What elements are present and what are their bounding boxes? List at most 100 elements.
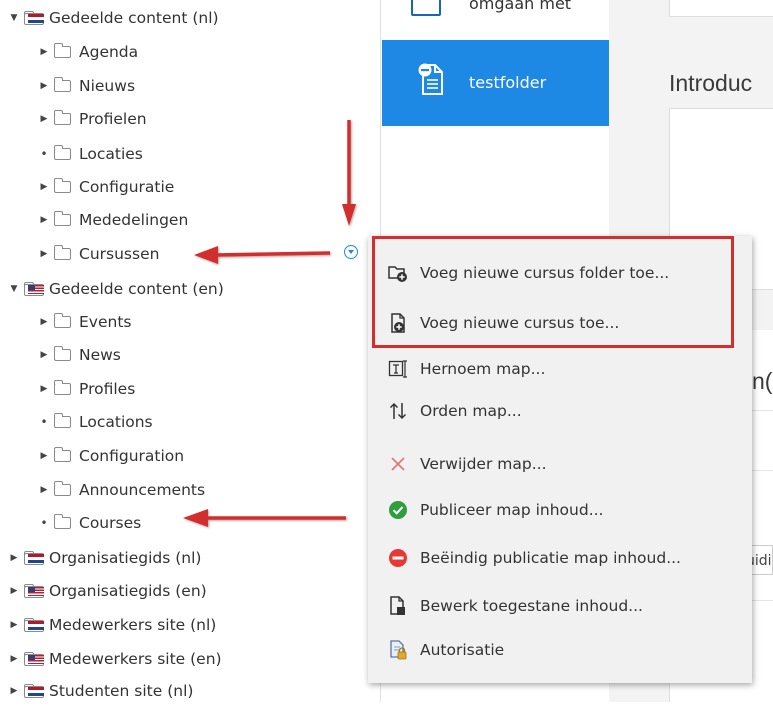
flag-en-folder-icon bbox=[24, 651, 46, 667]
tree-node-locations[interactable]: • Locations bbox=[38, 407, 153, 437]
document-add-icon bbox=[391, 313, 405, 333]
collapsed-caret-icon[interactable]: ▶ bbox=[38, 249, 50, 259]
intro-heading: Introduc bbox=[669, 70, 753, 96]
tree-node-label: Profielen bbox=[79, 110, 147, 128]
sort-icon bbox=[389, 402, 407, 420]
collapsed-caret-icon[interactable]: ▶ bbox=[8, 620, 20, 630]
flag-en-folder-icon bbox=[24, 583, 46, 599]
tree-node-gedeelde-content-en[interactable]: ▼ Gedeelde content (en) bbox=[8, 274, 224, 304]
tree-node-label: Locations bbox=[79, 413, 153, 431]
edit-allowed-content-icon bbox=[390, 596, 405, 615]
tree-node-cursussen[interactable]: ▶ Cursussen bbox=[38, 239, 159, 269]
tree-node-agenda[interactable]: ▶ Agenda bbox=[38, 37, 138, 67]
collapsed-caret-icon[interactable]: ▶ bbox=[38, 317, 50, 327]
unpublish-icon bbox=[389, 549, 407, 567]
tree-node-label: Cursussen bbox=[79, 245, 160, 263]
menu-item-label: Publiceer map inhoud... bbox=[420, 501, 604, 519]
collapsed-caret-icon[interactable]: ▶ bbox=[38, 451, 50, 461]
menu-item-label: Beëindig publicatie map inhoud... bbox=[420, 549, 681, 567]
publish-icon bbox=[389, 501, 407, 519]
expanded-caret-icon[interactable]: ▼ bbox=[8, 13, 20, 23]
list-item-label: testfolder bbox=[469, 73, 547, 92]
collapsed-caret-icon[interactable]: ▶ bbox=[38, 81, 50, 91]
list-item-selected[interactable]: testfolder bbox=[382, 40, 610, 126]
section-heading: n(s bbox=[752, 368, 773, 394]
folder-icon bbox=[54, 110, 71, 125]
menu-item-unpublish-folder-content[interactable]: Beëindig publicatie map inhoud... bbox=[368, 538, 752, 578]
tree-node-label: Studenten site (nl) bbox=[49, 682, 194, 700]
tree-node-label: Announcements bbox=[79, 481, 206, 499]
folder-icon bbox=[54, 481, 71, 496]
delete-icon bbox=[391, 457, 405, 471]
collapsed-caret-icon[interactable]: ▶ bbox=[38, 350, 50, 360]
folder-icon bbox=[54, 346, 71, 361]
menu-item-authorization[interactable]: Autorisatie bbox=[368, 630, 752, 670]
collapsed-caret-icon[interactable]: ▶ bbox=[8, 686, 20, 696]
tree-node-gedeelde-content-nl[interactable]: ▼ Gedeelde content (nl) bbox=[8, 3, 219, 33]
list-item[interactable]: omgaan met bbox=[381, 0, 610, 40]
tree-node-label: Gedeelde content (en) bbox=[49, 280, 224, 298]
folder-icon bbox=[54, 313, 71, 328]
folder-icon bbox=[54, 245, 71, 260]
menu-item-rename-folder[interactable]: Hernoem map... bbox=[368, 349, 752, 389]
menu-item-label: Hernoem map... bbox=[420, 360, 546, 378]
tree-node-courses[interactable]: • Courses bbox=[38, 508, 141, 538]
tree-node-configuration[interactable]: ▶ Configuration bbox=[38, 441, 184, 471]
collapsed-caret-icon[interactable]: ▶ bbox=[38, 114, 50, 124]
tree-node-medewerkers-site-nl[interactable]: ▶ Medewerkers site (nl) bbox=[8, 610, 217, 640]
content-tree: ▼ Gedeelde content (nl) ▶ Agenda ▶ Nieuw… bbox=[0, 0, 380, 702]
collapsed-caret-icon[interactable]: ▶ bbox=[38, 215, 50, 225]
collapsed-caret-icon[interactable]: ▶ bbox=[38, 384, 50, 394]
tree-node-mededelingen[interactable]: ▶ Mededelingen bbox=[38, 205, 188, 235]
collapsed-caret-icon[interactable]: ▶ bbox=[8, 586, 20, 596]
menu-item-publish-folder-content[interactable]: Publiceer map inhoud... bbox=[368, 490, 752, 530]
tree-node-announcements[interactable]: ▶ Announcements bbox=[38, 475, 205, 505]
tree-node-news[interactable]: ▶ News bbox=[38, 340, 121, 370]
flag-nl-folder-icon bbox=[24, 10, 46, 26]
tree-node-label: Agenda bbox=[79, 43, 139, 61]
tree-node-label: News bbox=[79, 346, 121, 364]
tree-node-medewerkers-site-en[interactable]: ▶ Medewerkers site (en) bbox=[8, 644, 222, 674]
folder-icon bbox=[54, 380, 71, 395]
collapsed-caret-icon[interactable]: ▶ bbox=[8, 553, 20, 563]
flag-en-folder-icon bbox=[24, 281, 46, 297]
tree-node-profiles[interactable]: ▶ Profiles bbox=[38, 374, 135, 404]
tree-node-organisatiegids-nl[interactable]: ▶ Organisatiegids (nl) bbox=[8, 543, 202, 573]
title-input[interactable] bbox=[669, 0, 773, 17]
menu-item-add-course-folder[interactable]: Voeg nieuwe cursus folder toe... bbox=[368, 253, 752, 293]
menu-item-add-course[interactable]: Voeg nieuwe cursus toe... bbox=[368, 303, 752, 343]
collapsed-caret-icon[interactable]: ▶ bbox=[38, 485, 50, 495]
collapsed-caret-icon[interactable]: ▶ bbox=[38, 182, 50, 192]
tree-node-events[interactable]: ▶ Events bbox=[38, 307, 131, 337]
tree-node-label: Organisatiegids (nl) bbox=[49, 549, 202, 567]
menu-item-delete-folder[interactable]: Verwijder map... bbox=[368, 444, 752, 484]
leaf-bullet-icon: • bbox=[40, 516, 48, 530]
context-menu-toggle-icon[interactable] bbox=[344, 245, 358, 259]
tree-node-nieuws[interactable]: ▶ Nieuws bbox=[38, 71, 135, 101]
tree-node-label: Mededelingen bbox=[79, 211, 189, 229]
menu-item-label: Autorisatie bbox=[420, 641, 505, 659]
expanded-caret-icon[interactable]: ▼ bbox=[8, 284, 20, 294]
tree-node-label: Medewerkers site (nl) bbox=[49, 616, 217, 634]
tree-node-label: Profiles bbox=[79, 380, 136, 398]
collapsed-caret-icon[interactable]: ▶ bbox=[8, 654, 20, 664]
tree-node-configuratie[interactable]: ▶ Configuratie bbox=[38, 172, 174, 202]
tree-node-organisatiegids-en[interactable]: ▶ Organisatiegids (en) bbox=[8, 576, 207, 606]
menu-item-label: Orden map... bbox=[420, 402, 522, 420]
folder-icon bbox=[54, 447, 71, 462]
menu-item-edit-allowed-content[interactable]: Bewerk toegestane inhoud... bbox=[368, 586, 752, 626]
rename-icon bbox=[388, 360, 407, 378]
menu-item-sort-folder[interactable]: Orden map... bbox=[368, 391, 752, 431]
leaf-bullet-icon: • bbox=[40, 147, 48, 161]
menu-item-label: Voeg nieuwe cursus folder toe... bbox=[420, 264, 670, 282]
tree-node-label: Nieuws bbox=[79, 77, 136, 95]
tree-node-label: Locaties bbox=[79, 145, 143, 163]
folder-icon bbox=[54, 43, 71, 58]
tree-node-profielen[interactable]: ▶ Profielen bbox=[38, 104, 147, 134]
tree-node-label: Events bbox=[79, 313, 132, 331]
collapsed-caret-icon[interactable]: ▶ bbox=[38, 47, 50, 57]
tree-node-locaties[interactable]: • Locaties bbox=[38, 139, 143, 169]
document-icon bbox=[411, 0, 441, 16]
leaf-bullet-icon: • bbox=[40, 415, 48, 429]
tree-node-label: Courses bbox=[79, 514, 142, 532]
